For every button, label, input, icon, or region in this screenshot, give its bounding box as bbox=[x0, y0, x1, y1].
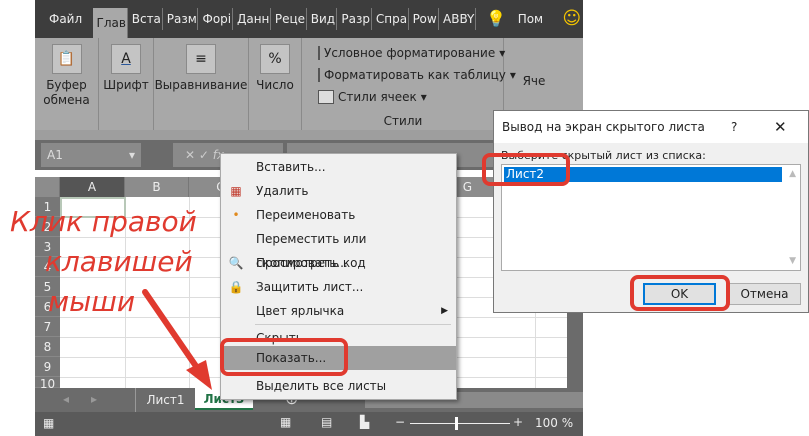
menu-item-select-all-sheets[interactable]: Выделить все листы bbox=[221, 374, 456, 398]
menu-item-protect[interactable]: 🔒 Защитить лист... bbox=[221, 275, 456, 299]
cancel-button[interactable]: Отмена bbox=[728, 283, 801, 305]
highlight-unhide bbox=[220, 338, 348, 376]
submenu-arrow-icon: ▶ bbox=[441, 306, 448, 316]
highlight-ok bbox=[630, 275, 730, 311]
dialog-title: Вывод на экран скрытого листа bbox=[502, 120, 705, 134]
close-button[interactable]: ✕ bbox=[774, 111, 787, 143]
scroll-up-icon[interactable]: ▲ bbox=[789, 169, 796, 179]
view-code-icon: 🔍 bbox=[228, 256, 244, 270]
delete-sheet-icon: ▦ bbox=[230, 184, 242, 198]
menu-item-view-code[interactable]: 🔍 Просмотреть код bbox=[221, 251, 456, 275]
menu-item-tab-color[interactable]: Цвет ярлычка ▶ bbox=[221, 299, 456, 323]
dialog-titlebar: Вывод на экран скрытого листа ? ✕ bbox=[494, 111, 808, 143]
bullet-icon: • bbox=[232, 208, 240, 222]
highlight-list-item bbox=[482, 153, 570, 186]
help-button[interactable]: ? bbox=[731, 111, 737, 143]
protect-sheet-icon: 🔒 bbox=[228, 280, 244, 294]
scroll-down-icon[interactable]: ▼ bbox=[789, 256, 796, 266]
menu-item-rename[interactable]: • Переименовать bbox=[221, 203, 456, 227]
menu-item-insert[interactable]: Вставить... bbox=[221, 155, 456, 179]
menu-item-delete[interactable]: ▦ Удалить bbox=[221, 179, 456, 203]
menu-item-move-copy[interactable]: Переместить или скопировать... bbox=[221, 227, 456, 270]
